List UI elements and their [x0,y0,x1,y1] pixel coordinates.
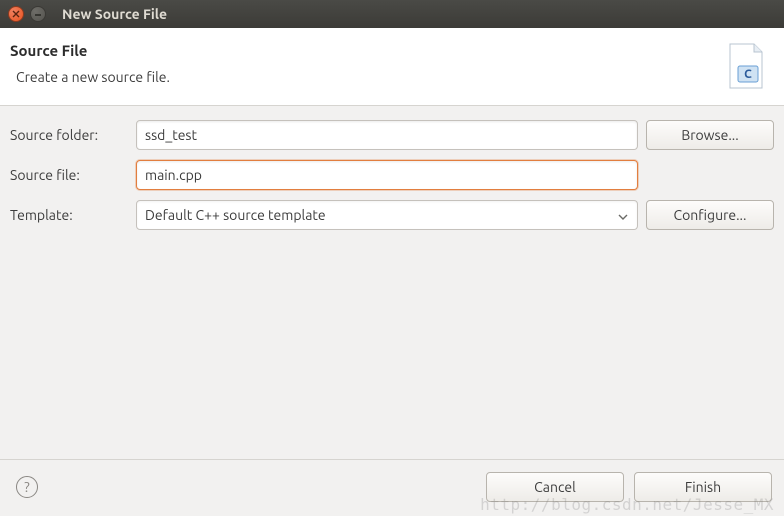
source-folder-label: Source folder: [10,127,128,143]
finish-button[interactable]: Finish [634,472,772,502]
titlebar: New Source File [0,0,784,28]
minimize-icon[interactable] [30,6,46,22]
close-icon[interactable] [8,6,24,22]
configure-button[interactable]: Configure... [646,200,774,230]
template-selected-value: Default C++ source template [145,207,326,223]
help-icon[interactable]: ? [16,476,38,498]
cancel-button[interactable]: Cancel [486,472,624,502]
template-label: Template: [10,207,128,223]
template-select[interactable]: Default C++ source template [136,200,638,230]
source-folder-input[interactable] [136,120,638,150]
c-file-icon: C [724,42,766,90]
source-file-input[interactable] [136,160,638,190]
page-subtitle: Create a new source file. [16,69,170,85]
browse-button[interactable]: Browse... [646,120,774,150]
dialog-footer: ? Cancel Finish [0,460,784,516]
window-title: New Source File [62,6,167,22]
form-area: Source folder: Browse... Source file: Te… [0,106,784,250]
dialog-header: Source File Create a new source file. C [0,28,784,106]
svg-text:C: C [744,68,752,81]
source-file-label: Source file: [10,167,128,183]
window-controls [8,6,46,22]
page-title: Source File [10,42,170,59]
